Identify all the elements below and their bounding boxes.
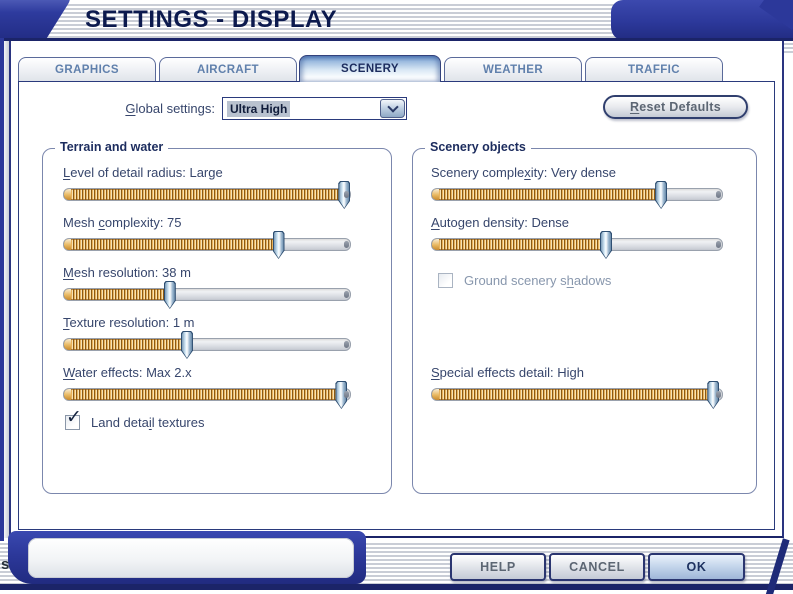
water-effects-label: Water effects: Max 2.x (63, 365, 192, 380)
slider-fill (432, 181, 668, 209)
autogen-density-slider[interactable] (431, 231, 723, 259)
slider-thumb[interactable] (707, 381, 720, 409)
slider-fill (432, 231, 612, 259)
lod-radius-slider[interactable] (63, 181, 351, 209)
reset-defaults-button[interactable]: Reset Defaults (603, 95, 748, 119)
title-right-navy-shape (611, 0, 793, 41)
scenery-complexity-slider[interactable] (431, 181, 723, 209)
scenery-group-legend: Scenery objects (425, 140, 531, 154)
slider-fill (64, 231, 285, 259)
slider-thumb[interactable] (180, 331, 193, 359)
slider-thumb[interactable] (655, 181, 668, 209)
cancel-button[interactable]: CANCEL (549, 553, 645, 581)
page-title: SETTINGS - DISPLAY (85, 6, 338, 33)
special-effects-label: Special effects detail: High (431, 365, 584, 380)
slider-fill (64, 181, 351, 209)
checkmark-icon: ✓ (66, 407, 82, 428)
tab-graphics[interactable]: GRAPHICS (18, 57, 156, 81)
water-effects-slider[interactable] (63, 381, 351, 409)
mesh-resolution-label: Mesh resolution: 38 m (63, 265, 191, 280)
slider-fill (64, 281, 176, 309)
global-settings-value: Ultra High (227, 100, 291, 117)
ground-scenery-shadows-label: Ground scenery shadows (464, 273, 612, 288)
dropdown-button[interactable] (380, 99, 405, 118)
land-detail-textures-checkbox[interactable]: ✓ Land detail textures (65, 408, 205, 430)
global-settings-label: Global settings: (125, 101, 215, 116)
tab-traffic[interactable]: TRAFFIC (585, 57, 723, 81)
special-effects-slider[interactable] (431, 381, 723, 409)
hint-panel (8, 531, 366, 584)
clipped-text: s (1, 556, 10, 573)
ok-button[interactable]: OK (648, 553, 745, 581)
help-button[interactable]: HELP (450, 553, 546, 581)
scenery-objects-group: Scenery objects Scenery complexity: Very… (412, 140, 757, 494)
slider-fill (432, 381, 720, 409)
lod-radius-label: Level of detail radius: Large (63, 165, 223, 180)
settings-display-screen: SETTINGS - DISPLAY GRAPHICS AIRCRAFT SCE… (0, 0, 793, 594)
global-settings-select[interactable]: Ultra High (222, 97, 407, 120)
terrain-and-water-group: Terrain and water Level of detail radius… (42, 140, 392, 494)
bottom-divider (0, 584, 793, 590)
terrain-group-legend: Terrain and water (55, 140, 169, 154)
mesh-resolution-slider[interactable] (63, 281, 351, 309)
mesh-complexity-label: Mesh complexity: 75 (63, 215, 182, 230)
autogen-density-label: Autogen density: Dense (431, 215, 570, 230)
slider-thumb[interactable] (338, 181, 351, 209)
slider-fill (64, 381, 348, 409)
slider-thumb[interactable] (272, 231, 285, 259)
slider-thumb[interactable] (335, 381, 348, 409)
mesh-complexity-slider[interactable] (63, 231, 351, 259)
texture-resolution-label: Texture resolution: 1 m (63, 315, 195, 330)
texture-resolution-slider[interactable] (63, 331, 351, 359)
tab-weather[interactable]: WEATHER (444, 57, 582, 81)
slider-fill (64, 331, 193, 359)
hint-text-area (28, 538, 354, 578)
ground-scenery-shadows-checkbox[interactable]: Ground scenery shadows (438, 273, 611, 288)
scenery-complexity-label: Scenery complexity: Very dense (431, 165, 616, 180)
chevron-down-icon (386, 100, 399, 113)
tab-scenery[interactable]: SCENERY (299, 55, 441, 82)
slider-thumb[interactable] (163, 281, 176, 309)
slider-thumb[interactable] (600, 231, 612, 259)
tab-aircraft[interactable]: AIRCRAFT (159, 57, 297, 81)
checkbox-box[interactable]: ✓ (65, 408, 82, 430)
land-detail-textures-label: Land detail textures (91, 415, 205, 430)
checkbox-box[interactable] (438, 273, 453, 288)
